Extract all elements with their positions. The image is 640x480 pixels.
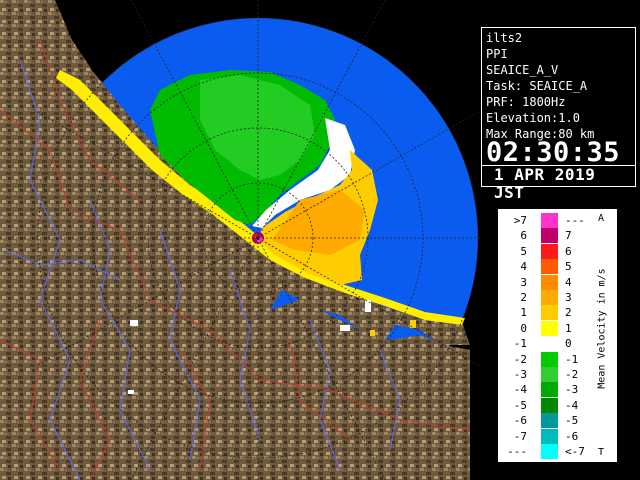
- legend-value-right: -6: [565, 429, 579, 443]
- legend-value-left: -3: [513, 368, 527, 381]
- elevation-label: Elevation:1.0: [486, 111, 580, 125]
- legend-value-right: 4: [565, 275, 572, 289]
- legend-value-left: -4: [513, 383, 527, 397]
- legend-value-left: 1: [520, 306, 527, 320]
- legend-color-swatch: [541, 382, 558, 398]
- legend-value-right: 2: [565, 306, 572, 320]
- legend-color-swatch: [541, 305, 558, 321]
- legend-value-right: 5: [565, 260, 572, 274]
- prf-label: PRF: 1800Hz: [486, 95, 566, 109]
- product-type: PPI: [486, 47, 508, 61]
- legend-color-swatch: [541, 444, 558, 459]
- legend-value-left: 3: [520, 275, 527, 289]
- legend-color-swatch: [541, 397, 558, 413]
- legend-value-left: -6: [513, 414, 527, 428]
- legend-color-swatch: [541, 290, 558, 305]
- legend-corner-bottom: T: [598, 447, 605, 458]
- legend-title-column: A Mean Velocity in m/s T: [592, 213, 610, 459]
- legend-value-left: 4: [520, 260, 527, 274]
- scan-date: 1 APR 2019 JST: [494, 165, 596, 202]
- legend-color-swatch: [541, 336, 558, 352]
- legend-corner-top: A: [598, 213, 605, 224]
- legend-value-left: 6: [520, 229, 527, 243]
- data-type: SEAICE_A_V: [486, 63, 559, 77]
- legend-value-right: ---: [565, 214, 585, 227]
- legend-color-swatch: [541, 413, 558, 429]
- scan-time: 02:30:35: [486, 137, 621, 168]
- legend-value-right: -1: [565, 352, 579, 366]
- legend-color-swatch: [541, 228, 558, 244]
- legend-value-right: -4: [565, 398, 579, 412]
- legend-value-left: -5: [513, 398, 527, 412]
- legend-value-right: 6: [565, 244, 572, 258]
- legend-color-swatch: [541, 351, 558, 367]
- task-label: Task: SEAICE_A: [486, 79, 588, 93]
- legend-value-right: -2: [565, 368, 579, 381]
- legend-color-swatch: [541, 320, 558, 336]
- legend-value-right: -5: [565, 414, 579, 428]
- legend-value-right: -3: [565, 383, 579, 397]
- legend-title: Mean Velocity in m/s: [596, 268, 608, 389]
- legend-value-left: -2: [513, 352, 527, 366]
- legend-value-left: -7: [513, 429, 527, 443]
- legend-color-swatch: [541, 274, 558, 290]
- legend-value-left: -1: [513, 337, 527, 351]
- velocity-legend: >7 --- 6 7 5 6 4 5 3 4 2 3 1 2 0 1 -1 0 -2 -1 -3 -2 -4 -3 -5 -4 -6…: [498, 209, 617, 462]
- legend-value-right: 7: [565, 229, 572, 243]
- legend-color-swatch: [541, 243, 558, 259]
- legend-value-left: 5: [520, 244, 527, 258]
- legend-color-swatch: [541, 213, 558, 228]
- station-name: ilts2: [486, 31, 523, 45]
- legend-value-left: >7: [513, 214, 527, 227]
- legend-color-swatch: [541, 259, 558, 275]
- legend-value-right: 1: [565, 321, 572, 335]
- legend-value-right: 0: [565, 337, 572, 351]
- legend-value-right: <-7: [565, 445, 585, 458]
- scan-info-panel: ilts2 PPI SEAICE_A_V Task: SEAICE_A PRF:…: [481, 27, 636, 202]
- legend-color-swatch: [541, 428, 558, 444]
- legend-value-left: ---: [507, 445, 527, 458]
- legend-value-left: 2: [520, 291, 527, 304]
- legend-color-swatch: [541, 367, 558, 382]
- legend-value-left: 0: [520, 321, 527, 335]
- radar-ppi-map: [0, 0, 480, 480]
- legend-value-right: 3: [565, 291, 572, 304]
